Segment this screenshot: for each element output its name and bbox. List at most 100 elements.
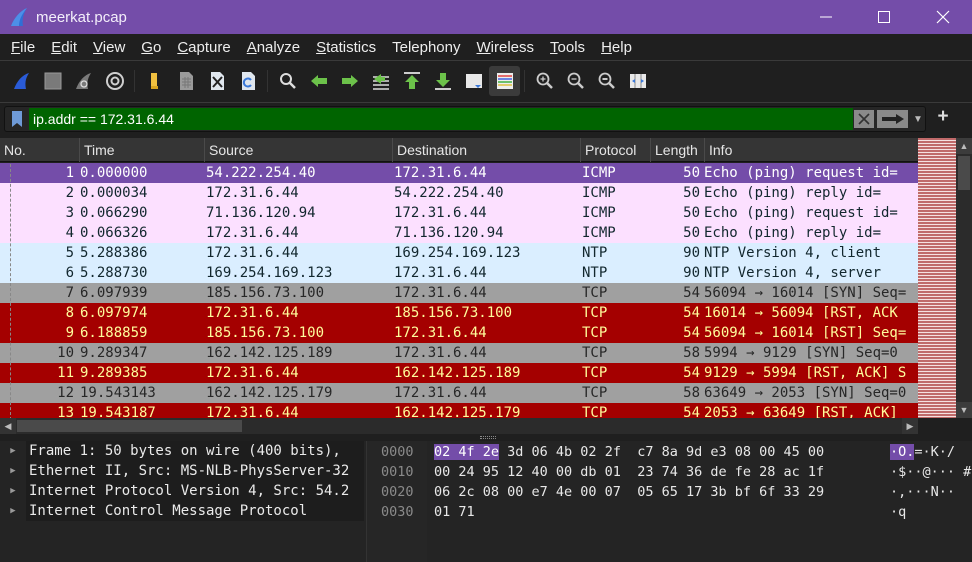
save-file-button[interactable] bbox=[170, 66, 201, 96]
zoom-out-button[interactable] bbox=[560, 66, 591, 96]
bytes-hex-text: 00 24 95 12 40 00 db 01 23 74 36 de fe 2… bbox=[434, 464, 825, 480]
expand-arrow-icon[interactable]: ▶ bbox=[0, 506, 26, 516]
bytes-hex-row[interactable]: 01 71 bbox=[434, 504, 475, 520]
packet-cell-time: 19.543187 bbox=[80, 405, 156, 418]
go-to-packet-button[interactable] bbox=[365, 66, 396, 96]
tree-item-frame[interactable]: ▶ Frame 1: 50 bytes on wire (400 bits), bbox=[0, 441, 366, 461]
column-header-time[interactable]: Time bbox=[80, 138, 205, 162]
packet-row-selected[interactable]: 1 0.000000 54.222.254.40 172.31.6.44 ICMP 50 E… bbox=[0, 163, 918, 183]
bytes-ascii-row[interactable]: ·,···N·· bbox=[890, 484, 955, 500]
splitter-grip-icon[interactable] bbox=[480, 436, 496, 439]
bytes-hex-row[interactable]: 02 4f 2e 3d 06 4b 02 2f c7 8a 9d e3 08 0… bbox=[434, 444, 824, 460]
menu-telephony[interactable]: Telephony bbox=[384, 34, 468, 61]
bytes-ascii-row[interactable]: ·q bbox=[890, 504, 906, 520]
menu-label: o bbox=[152, 38, 162, 56]
add-filter-button-button[interactable]: + bbox=[934, 106, 952, 127]
colorize-button[interactable] bbox=[489, 66, 520, 96]
stop-capture-button[interactable] bbox=[37, 66, 68, 96]
packet-cell-src: 185.156.73.100 bbox=[206, 285, 325, 301]
menu-view[interactable]: View bbox=[85, 34, 133, 61]
packet-row[interactable]: 6 5.288730 169.254.169.123 172.31.6.44 NTP 90… bbox=[0, 263, 918, 283]
menu-tools[interactable]: Tools bbox=[542, 34, 593, 61]
packet-row[interactable]: 4 0.066326 172.31.6.44 71.136.120.94 ICMP 50 E… bbox=[0, 223, 918, 243]
maximize-button[interactable] bbox=[855, 0, 913, 34]
pane-splitter[interactable] bbox=[0, 434, 972, 441]
packet-list-horizontal-scrollbar[interactable]: ◀ ▶ bbox=[0, 418, 918, 434]
vertical-scroll-thumb[interactable] bbox=[958, 156, 970, 190]
packet-row[interactable]: 8 6.097974 172.31.6.44 185.156.73.100 TCP 54 1… bbox=[0, 303, 918, 323]
open-file-button[interactable] bbox=[139, 66, 170, 96]
packet-row[interactable]: 5 5.288386 172.31.6.44 169.254.169.123 NTP 90… bbox=[0, 243, 918, 263]
packet-cell-proto: TCP bbox=[582, 385, 608, 401]
tree-item-ethernet[interactable]: ▶ Ethernet II, Src: MS-NLB-PhysServer-32 bbox=[0, 461, 366, 481]
restart-capture-button[interactable] bbox=[68, 66, 99, 96]
scroll-right-button[interactable]: ▶ bbox=[902, 418, 918, 434]
column-header-destination[interactable]: Destination bbox=[393, 138, 581, 162]
column-header-info[interactable]: Info bbox=[705, 138, 918, 162]
column-header-protocol[interactable]: Protocol bbox=[581, 138, 651, 162]
bytes-hex-row[interactable]: 00 24 95 12 40 00 db 01 23 74 36 de fe 2… bbox=[434, 464, 824, 480]
expand-arrow-icon[interactable]: ▶ bbox=[0, 486, 26, 496]
go-forward-button[interactable] bbox=[334, 66, 365, 96]
apply-filter-button[interactable] bbox=[877, 110, 908, 128]
packet-list-vertical-scrollbar[interactable]: ▲ ▼ bbox=[956, 138, 972, 418]
arrow-right-icon bbox=[341, 75, 358, 87]
expand-arrow-icon[interactable]: ▶ bbox=[0, 466, 26, 476]
resize-columns-button[interactable] bbox=[622, 66, 653, 96]
menu-capture[interactable]: Capture bbox=[169, 34, 238, 61]
column-header-length[interactable]: Length bbox=[651, 138, 705, 162]
bytes-hex-row[interactable]: 06 2c 08 00 e7 4e 00 07 05 65 17 3b bf 6… bbox=[434, 484, 824, 500]
capture-options-button[interactable] bbox=[99, 66, 130, 96]
menu-wireless[interactable]: Wireless bbox=[469, 34, 543, 61]
find-packet-button[interactable] bbox=[272, 66, 303, 96]
tree-item-icmp[interactable]: ▶ Internet Control Message Protocol bbox=[0, 501, 366, 521]
horizontal-scroll-thumb[interactable] bbox=[17, 420, 242, 432]
minimize-button[interactable] bbox=[797, 0, 855, 34]
tree-item-ipv4[interactable]: ▶ Internet Protocol Version 4, Src: 54.2 bbox=[0, 481, 366, 501]
filter-history-dropdown[interactable]: ▼ bbox=[911, 111, 925, 127]
packet-cell-len: 50 bbox=[683, 225, 700, 241]
menu-file[interactable]: File bbox=[3, 34, 43, 61]
packet-row[interactable]: 9 6.188859 185.156.73.100 172.31.6.44 TCP 54 5… bbox=[0, 323, 918, 343]
scroll-left-button[interactable]: ◀ bbox=[0, 418, 16, 434]
scroll-up-button[interactable]: ▲ bbox=[956, 138, 972, 154]
normal-size-button[interactable] bbox=[591, 66, 622, 96]
start-capture-button[interactable] bbox=[6, 66, 37, 96]
packet-row[interactable]: 12 19.543143 162.142.125.179 172.31.6.44 TCP… bbox=[0, 383, 918, 403]
packet-intelligent-scrollbar-minimap[interactable] bbox=[918, 138, 956, 418]
arrow-down-bottom-icon bbox=[434, 73, 451, 90]
packet-row[interactable]: 3 0.066290 71.136.120.94 172.31.6.44 ICMP 50 E… bbox=[0, 203, 918, 223]
column-header-source[interactable]: Source bbox=[205, 138, 393, 162]
zoom-in-button[interactable] bbox=[529, 66, 560, 96]
packet-row[interactable]: 13 19.543187 172.31.6.44 162.142.125.179 TCP… bbox=[0, 403, 918, 418]
expand-arrow-icon[interactable]: ▶ bbox=[0, 446, 26, 456]
menu-go[interactable]: Go bbox=[133, 34, 169, 61]
packet-row[interactable]: 7 6.097939 185.156.73.100 172.31.6.44 TCP 54 5… bbox=[0, 283, 918, 303]
scroll-down-button[interactable]: ▼ bbox=[956, 402, 972, 418]
bytes-ascii-row[interactable]: ·O.=·K·/ bbox=[890, 444, 955, 460]
packet-cell-time: 0.000000 bbox=[80, 165, 148, 181]
clear-filter-button[interactable] bbox=[854, 110, 874, 128]
menu-label: Telephony bbox=[392, 38, 461, 56]
menu-mnemonic: C bbox=[177, 38, 189, 56]
close-file-button[interactable] bbox=[201, 66, 232, 96]
first-packet-button[interactable] bbox=[396, 66, 427, 96]
packet-row[interactable]: 10 9.289347 162.142.125.189 172.31.6.44 TCP 5… bbox=[0, 343, 918, 363]
packet-row[interactable]: 11 9.289385 172.31.6.44 162.142.125.189 TCP 5… bbox=[0, 363, 918, 383]
menu-statistics[interactable]: Statistics bbox=[308, 34, 384, 61]
last-packet-button[interactable] bbox=[427, 66, 458, 96]
close-button[interactable] bbox=[914, 0, 972, 34]
bytes-ascii-row[interactable]: ·$··@··· # bbox=[890, 464, 971, 480]
menu-edit[interactable]: Edit bbox=[43, 34, 85, 61]
filter-bookmark-button[interactable] bbox=[7, 109, 27, 129]
reload-file-button[interactable] bbox=[232, 66, 263, 96]
go-back-button[interactable] bbox=[303, 66, 334, 96]
packet-row[interactable]: 2 0.000034 172.31.6.44 54.222.254.40 ICMP 50 E… bbox=[0, 183, 918, 203]
maximize-icon bbox=[878, 11, 890, 23]
autoscroll-button[interactable] bbox=[458, 66, 489, 96]
column-header-no[interactable]: No. bbox=[0, 138, 80, 162]
display-filter-input[interactable] bbox=[29, 108, 853, 130]
menu-analyze[interactable]: Analyze bbox=[239, 34, 308, 61]
packet-cell-proto: NTP bbox=[582, 245, 608, 261]
menu-help[interactable]: Help bbox=[593, 34, 640, 61]
